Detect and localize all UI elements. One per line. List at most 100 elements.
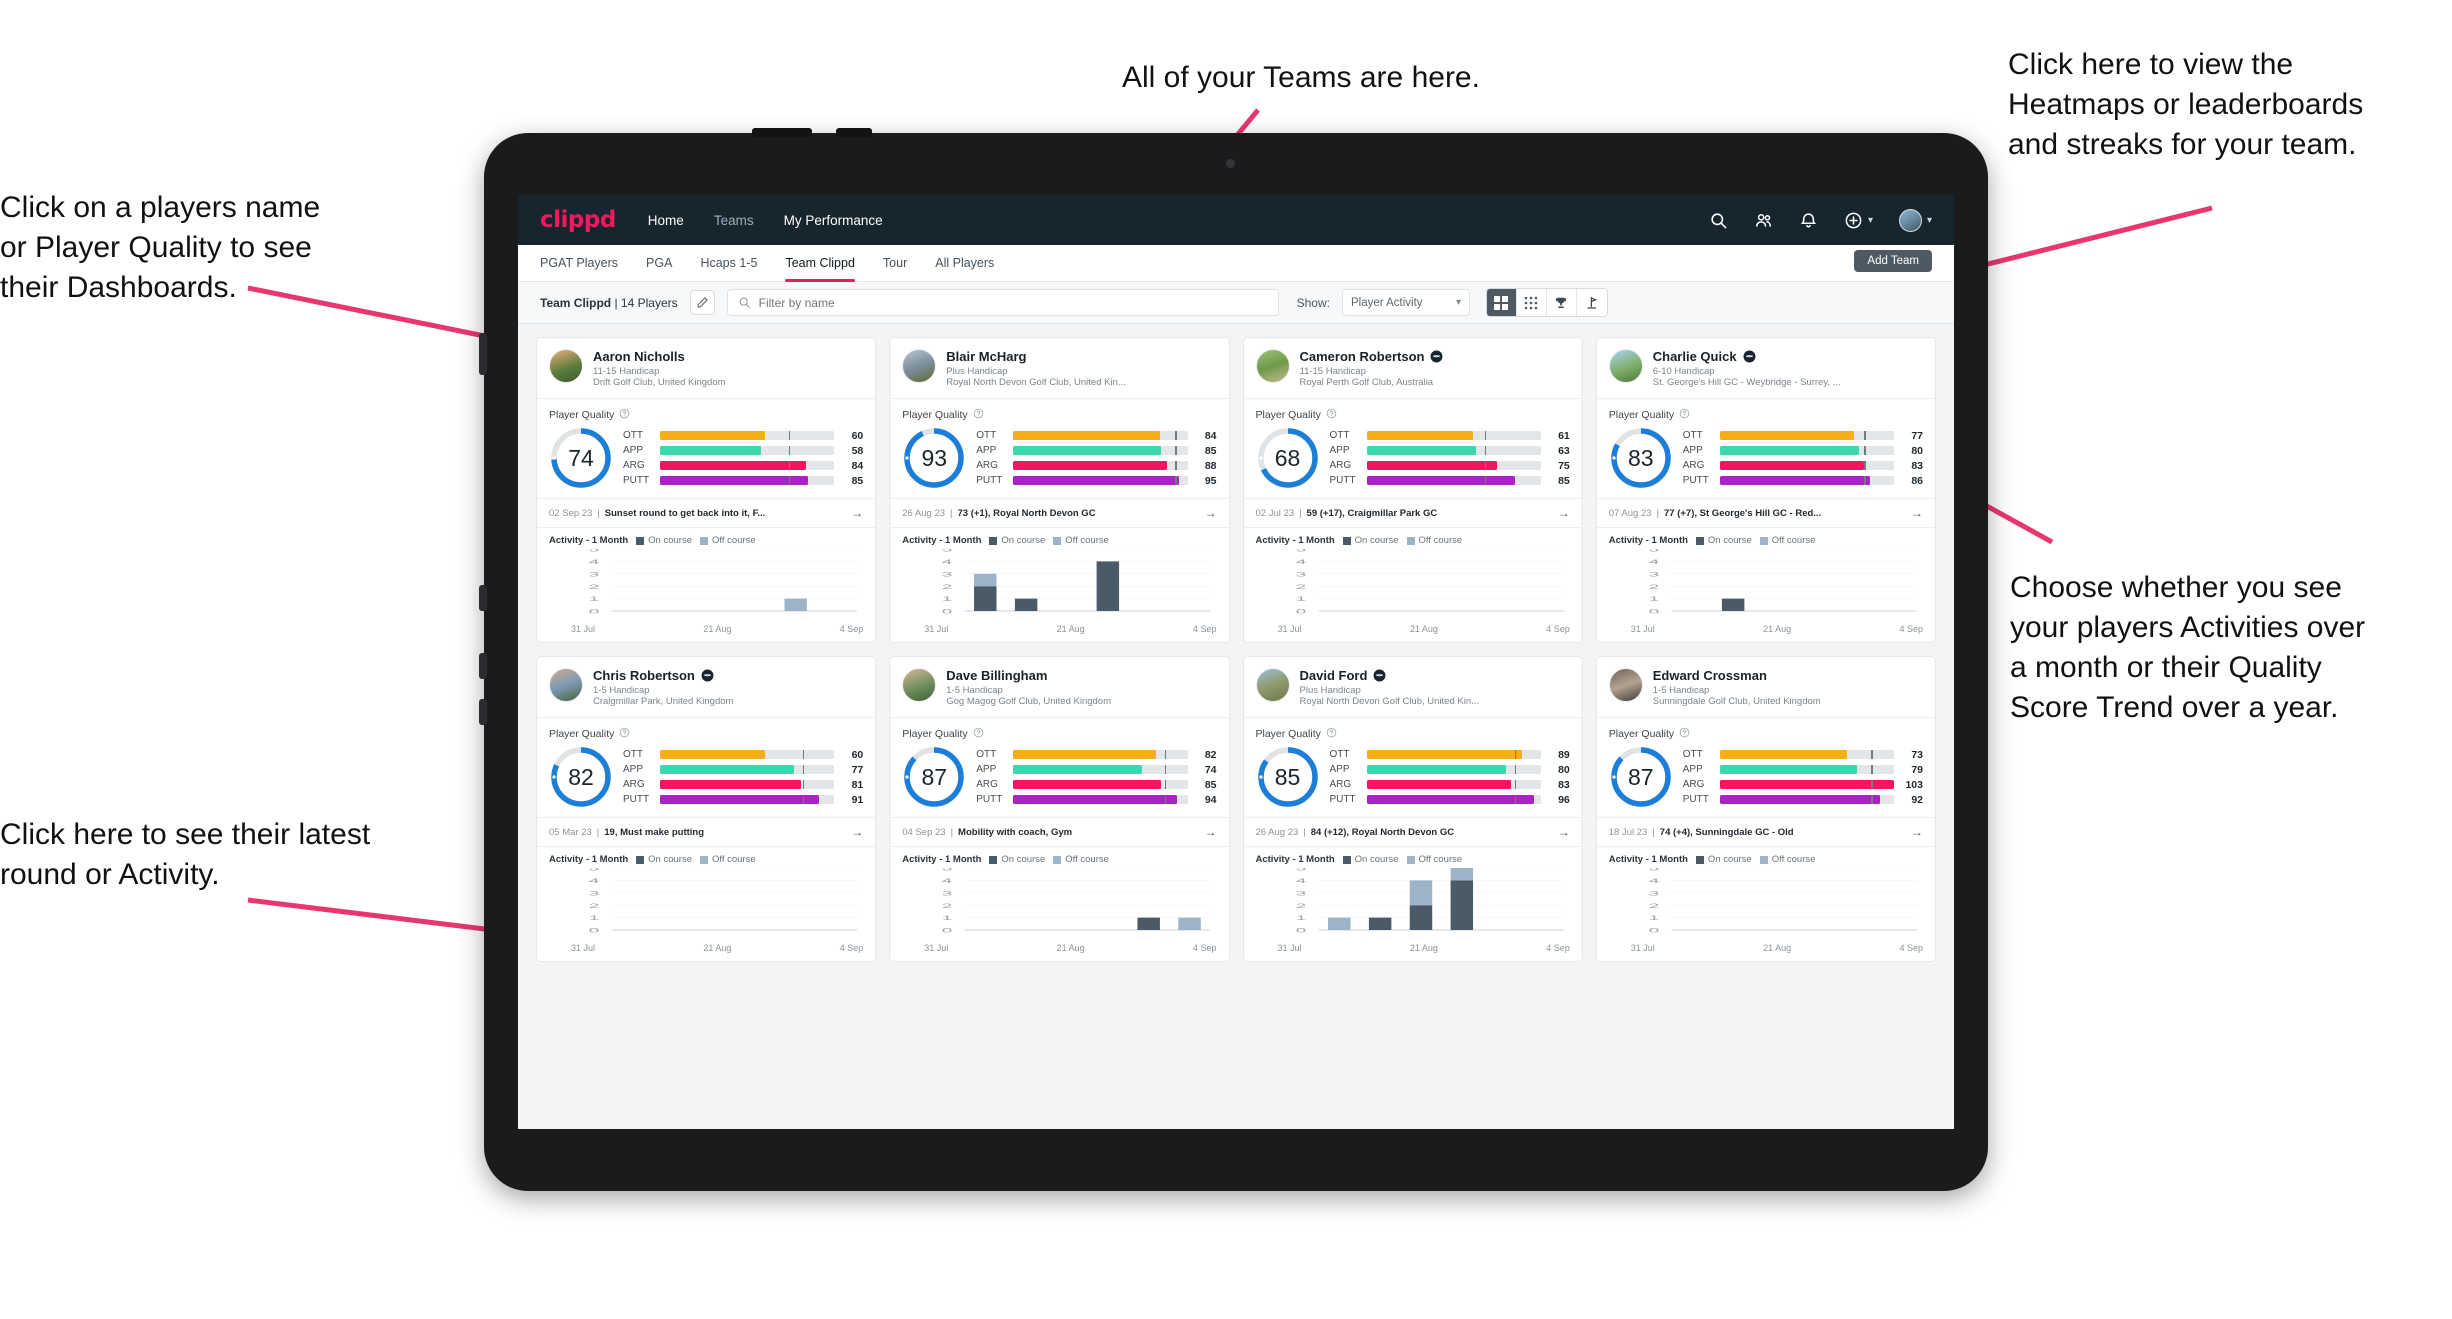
player-quality-body[interactable]: 85 OTT 89 APP 80 ARG 83 PUTT 96	[1244, 743, 1582, 817]
avatar[interactable]	[1898, 208, 1922, 232]
player-quality-body[interactable]: 83 OTT 77 APP 80 ARG 83 PUTT 86	[1597, 424, 1935, 498]
player-name[interactable]: David Ford	[1300, 668, 1368, 683]
bell-icon[interactable]	[1799, 211, 1818, 230]
show-select[interactable]: Player Activity ▾	[1341, 289, 1470, 316]
player-avatar[interactable]	[549, 349, 583, 383]
help-icon[interactable]	[973, 408, 984, 422]
player-card[interactable]: Cameron Robertson 11-15 Handicap Royal P…	[1242, 337, 1583, 643]
profile-menu[interactable]: ▾	[1898, 208, 1932, 232]
quality-ring[interactable]: 74	[549, 426, 613, 490]
player-avatar[interactable]	[1608, 668, 1643, 702]
player-quality-body[interactable]: 82 OTT 60 APP 77 ARG 81 PUTT 91	[537, 743, 875, 817]
player-quality-body[interactable]: 87 OTT 82 APP 74 ARG 85 PUTT 94	[890, 743, 1228, 817]
player-quality-body[interactable]: 87 OTT 73 APP 79 ARG 103 PUTT 92	[1597, 743, 1935, 817]
nav-item-home[interactable]: Home	[648, 213, 684, 228]
help-icon[interactable]	[619, 408, 630, 422]
player-header[interactable]: David Ford Plus Handicap Royal North Dev…	[1244, 657, 1582, 717]
arrow-right-icon[interactable]: →	[1911, 825, 1923, 839]
player-name[interactable]: Dave Billingham	[946, 668, 1047, 683]
tab-pgat-players[interactable]: PGAT Players	[540, 245, 618, 282]
player-header[interactable]: Blair McHarg Plus Handicap Royal North D…	[890, 338, 1228, 398]
help-icon[interactable]	[1679, 727, 1690, 741]
latest-round-row[interactable]: 26 Aug 23 | 73 (+1), Royal North Devon G…	[890, 498, 1229, 527]
quality-ring[interactable]: 93	[902, 426, 966, 490]
tab-hcaps-1-5[interactable]: Hcaps 1-5	[700, 245, 757, 282]
edit-team-button[interactable]	[689, 290, 715, 315]
latest-round-row[interactable]: 05 Mar 23 | 19, Must make putting →	[537, 817, 876, 846]
nav-item-my-performance[interactable]: My Performance	[784, 213, 883, 228]
view-course-button[interactable]	[1576, 289, 1607, 316]
player-card[interactable]: David Ford Plus Handicap Royal North Dev…	[1242, 656, 1583, 962]
arrow-right-icon[interactable]: →	[1558, 506, 1570, 520]
quality-ring[interactable]: 83	[1609, 426, 1673, 490]
search-input[interactable]	[758, 295, 1268, 310]
player-name[interactable]: Blair McHarg	[946, 349, 1026, 364]
quality-ring[interactable]: 87	[902, 745, 966, 809]
latest-round-row[interactable]: 02 Jul 23 | 59 (+17), Craigmillar Park G…	[1243, 498, 1582, 527]
quality-ring[interactable]: 85	[1256, 745, 1320, 809]
clippd-logo[interactable]: clippd	[540, 207, 616, 233]
player-header[interactable]: Aaron Nicholls 11-15 Handicap Drift Golf…	[537, 338, 875, 398]
player-name[interactable]: Aaron Nicholls	[593, 349, 685, 364]
player-card[interactable]: Aaron Nicholls 11-15 Handicap Drift Golf…	[536, 337, 877, 643]
people-icon[interactable]	[1754, 211, 1773, 230]
arrow-right-icon[interactable]: →	[1205, 506, 1217, 520]
tab-pga[interactable]: PGA	[646, 245, 672, 282]
tab-tour[interactable]: Tour	[883, 245, 907, 282]
view-grid-button[interactable]	[1486, 289, 1517, 316]
quality-ring[interactable]: 68	[1256, 426, 1320, 490]
arrow-right-icon[interactable]: →	[1911, 506, 1923, 520]
player-avatar[interactable]	[1608, 349, 1643, 383]
latest-round-row[interactable]: 04 Sep 23 | Mobility with coach, Gym →	[890, 817, 1229, 846]
help-icon[interactable]	[1679, 408, 1690, 422]
view-trophy-button[interactable]	[1546, 289, 1577, 316]
player-avatar[interactable]	[902, 668, 937, 702]
player-card[interactable]: Edward Crossman 1-5 Handicap Sunningdale…	[1595, 656, 1936, 962]
tab-team-clippd[interactable]: Team Clippd	[785, 245, 856, 282]
arrow-right-icon[interactable]: →	[1558, 825, 1570, 839]
player-avatar[interactable]	[902, 349, 937, 383]
player-card[interactable]: Blair McHarg Plus Handicap Royal North D…	[889, 337, 1230, 643]
player-quality-text: Player Quality	[902, 409, 968, 421]
player-card[interactable]: Dave Billingham 1-5 Handicap Gog Magog G…	[889, 656, 1230, 962]
player-name[interactable]: Charlie Quick	[1653, 349, 1737, 364]
help-icon[interactable]	[619, 727, 630, 741]
player-quality-body[interactable]: 68 OTT 61 APP 63 ARG 75 PUTT 85	[1244, 424, 1582, 498]
nav-item-teams[interactable]: Teams	[714, 213, 754, 228]
arrow-right-icon[interactable]: →	[1205, 825, 1217, 839]
help-icon[interactable]	[973, 727, 984, 741]
player-name[interactable]: Edward Crossman	[1653, 668, 1767, 683]
add-menu[interactable]: ▾	[1844, 211, 1873, 230]
player-avatar[interactable]	[1255, 668, 1290, 702]
latest-round-row[interactable]: 26 Aug 23 | 84 (+12), Royal North Devon …	[1243, 817, 1582, 846]
search-icon[interactable]	[1709, 211, 1728, 230]
help-icon[interactable]	[1326, 727, 1337, 741]
add-team-button[interactable]: Add Team	[1854, 250, 1932, 272]
arrow-right-icon[interactable]: →	[851, 506, 863, 520]
player-header[interactable]: Edward Crossman 1-5 Handicap Sunningdale…	[1597, 657, 1935, 717]
stat-row: APP 58	[623, 445, 863, 457]
player-quality-body[interactable]: 74 OTT 60 APP 58 ARG 84 PUTT 85	[537, 424, 875, 498]
quality-ring[interactable]: 87	[1609, 745, 1673, 809]
player-header[interactable]: Chris Robertson 1-5 Handicap Craigmillar…	[537, 657, 875, 717]
player-quality-body[interactable]: 93 OTT 84 APP 85 ARG 88 PUTT 95	[890, 424, 1228, 498]
player-avatar[interactable]	[1255, 349, 1290, 383]
latest-round-row[interactable]: 02 Sep 23 | Sunset round to get back int…	[537, 498, 876, 527]
player-name[interactable]: Chris Robertson	[593, 668, 695, 683]
player-card[interactable]: Chris Robertson 1-5 Handicap Craigmillar…	[536, 656, 877, 962]
player-header[interactable]: Cameron Robertson 11-15 Handicap Royal P…	[1244, 338, 1582, 398]
latest-round-row[interactable]: 07 Aug 23 | 77 (+7), St George's Hill GC…	[1596, 498, 1935, 527]
latest-round-row[interactable]: 18 Jul 23 | 74 (+4), Sunningdale GC - Ol…	[1596, 817, 1935, 846]
player-header[interactable]: Dave Billingham 1-5 Handicap Gog Magog G…	[890, 657, 1228, 717]
quality-ring[interactable]: 82	[549, 745, 613, 809]
view-dots-button[interactable]	[1516, 289, 1547, 316]
player-name[interactable]: Cameron Robertson	[1300, 349, 1425, 364]
player-avatar[interactable]	[549, 668, 583, 702]
search-field[interactable]	[726, 289, 1279, 316]
player-card[interactable]: Charlie Quick 6-10 Handicap St. George's…	[1595, 337, 1936, 643]
help-icon[interactable]	[1326, 408, 1337, 422]
tab-all-players[interactable]: All Players	[935, 245, 994, 282]
plus-circle-icon[interactable]	[1844, 211, 1863, 230]
arrow-right-icon[interactable]: →	[851, 825, 863, 839]
player-header[interactable]: Charlie Quick 6-10 Handicap St. George's…	[1597, 338, 1935, 398]
